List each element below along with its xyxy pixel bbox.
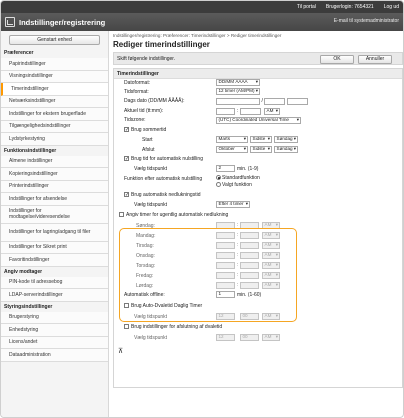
- auto-logout-select[interactable]: Efter 4 timer: [216, 201, 250, 208]
- time-hour-field[interactable]: [216, 108, 235, 115]
- main-content: Indstillinger/registrering: Præferencer:…: [113, 31, 403, 388]
- time-format-select[interactable]: 12 timer (AM/PM): [216, 88, 260, 95]
- sidebar-item-printer[interactable]: Printerindstillinger: [1, 180, 108, 193]
- selected-function-radio[interactable]: [216, 182, 221, 187]
- sleep-exit-sub-label: Vælg tidspunkt: [134, 335, 168, 341]
- current-time-label: Aktuel tid (tt:mm):: [124, 108, 164, 114]
- dst-start-day[interactable]: Søndag: [274, 136, 298, 143]
- scroll-top-icon[interactable]: ⊼: [118, 347, 123, 355]
- sidebar-item-secure-print[interactable]: Indstillinger for Sikret print: [1, 241, 108, 254]
- date-month-field[interactable]: [264, 98, 285, 105]
- after-reset-label: Funktion efter automatisk nulstilling: [124, 176, 203, 182]
- sidebar-item-receive[interactable]: Indstillinger for modtagelse/videresende…: [1, 205, 108, 224]
- sidebar-item-timer[interactable]: Timerindstillinger: [1, 83, 108, 96]
- sidebar-item-user-management[interactable]: Brugerstyring: [1, 311, 108, 324]
- standard-function-radio[interactable]: [216, 175, 221, 180]
- sidebar-item-device-management[interactable]: Enhedstyring: [1, 324, 108, 337]
- time-separator: :: [237, 108, 239, 114]
- sleep-exit-hour-field[interactable]: 12: [216, 334, 235, 341]
- date-format-select[interactable]: DD/MM ÅÅÅÅ: [216, 79, 260, 86]
- sidebar-item-license[interactable]: Licens/andet: [1, 336, 108, 349]
- dst-start-month[interactable]: Marts: [216, 136, 248, 143]
- sidebar-item-accessibility[interactable]: Tilgængelighedsindstillinger: [1, 120, 108, 133]
- sidebar-item-volume[interactable]: Lydstyrkestyring: [1, 133, 108, 146]
- selected-function-label: Valgt funktion: [222, 182, 252, 188]
- sleep-exit-label: Brug indstillinger for afslutning af dva…: [131, 324, 223, 330]
- breadcrumb: Indstillinger/registrering: Præferencer:…: [113, 33, 282, 38]
- date-format-label: Datoformat:: [124, 80, 151, 86]
- sleep-exit-ampm-select[interactable]: AM: [262, 334, 280, 341]
- top-bar: Til portal Brugerlogin: 7654321 Log ud: [1, 1, 403, 13]
- page-header: Indstillinger/registrering E-mail til sy…: [1, 13, 403, 31]
- sidebar-item-general[interactable]: Almene indstillinger: [1, 155, 108, 168]
- sidebar-item-send[interactable]: Indstillinger for afsendelse: [1, 193, 108, 206]
- settings-home-icon[interactable]: [5, 17, 15, 27]
- weekly-shutdown-checkbox[interactable]: [119, 212, 124, 217]
- dst-start-label: Start: [142, 137, 153, 143]
- today-date-label: Dags dato (DD/MM ÅÅÅÅ):: [124, 98, 185, 104]
- time-minute-field[interactable]: [240, 108, 261, 115]
- browser-frame: Til portal Brugerlogin: 7654321 Log ud I…: [0, 0, 404, 418]
- sidebar-section-title: Funktionsindstillinger: [4, 147, 57, 154]
- sidebar-section-title: Præferencer: [4, 50, 34, 56]
- user-login-label: Brugerlogin: 7654321: [325, 4, 374, 10]
- time-ampm-select[interactable]: AM: [264, 108, 280, 115]
- dst-checkbox[interactable]: [124, 127, 129, 133]
- sidebar-item-display[interactable]: Visningsindstillinger: [1, 70, 108, 83]
- date-year-field[interactable]: [287, 98, 308, 105]
- time-format-label: Tidsformat:: [124, 89, 149, 95]
- auto-reset-checkbox[interactable]: [124, 156, 129, 162]
- weekly-shutdown-label: Angiv timer for ugentlig automatisk nedl…: [126, 212, 229, 218]
- header-title: Indstillinger/registrering: [19, 17, 106, 27]
- restart-device-button[interactable]: Genstart enhed: [9, 35, 100, 45]
- sidebar-item-pin-addressbook[interactable]: PIN-kode til adressebog: [1, 276, 108, 289]
- sidebar-item-remote-ui[interactable]: Indstillinger for ekstern brugerflade: [1, 108, 108, 121]
- auto-reset-minutes-field[interactable]: 2: [216, 165, 235, 172]
- sleep-exit-checkbox[interactable]: [124, 324, 129, 329]
- sidebar-item-store-files[interactable]: Indstillinger for lagring/adgang til fil…: [1, 223, 108, 242]
- auto-logout-sub-label: Vælg tidspunkt: [134, 202, 168, 208]
- action-toolbar: Skift følgende indstillinger. OK Annulle…: [113, 52, 403, 65]
- auto-logout-label: Brug automatisk nedlukningstid: [131, 192, 201, 198]
- cancel-button[interactable]: Annuller: [358, 54, 392, 64]
- portal-link[interactable]: Til portal: [297, 4, 316, 10]
- sidebar-section-title: Styringsindstillinger: [4, 303, 53, 310]
- toolbar-instructions: Skift følgende indstillinger.: [117, 55, 176, 62]
- sidebar: Genstart enhed Præferencer Papirindstill…: [1, 31, 109, 417]
- auto-reset-sub-label: Vælg tidspunkt: [134, 166, 168, 172]
- auto-reset-label: Brug tid for automatisk nulstilling: [131, 156, 203, 162]
- section-title: Timerindstillinger: [114, 69, 402, 79]
- timezone-select[interactable]: (UTC) Coordinated Universal Time: [216, 117, 301, 124]
- dst-end-label: Afslut: [142, 147, 155, 153]
- sidebar-item-paper[interactable]: Papirindstillinger: [1, 58, 108, 71]
- dst-label: Brug sommertid: [131, 127, 167, 133]
- sidebar-item-network[interactable]: Netværksindstillinger: [1, 95, 108, 108]
- logout-link[interactable]: Log ud: [384, 4, 399, 10]
- sidebar-item-copy[interactable]: Kopieringsindstillinger: [1, 168, 108, 181]
- standard-function-label: Standardfunktion: [222, 175, 260, 181]
- sidebar-item-favorites[interactable]: Favoritindstillinger: [1, 254, 108, 267]
- dst-end-week[interactable]: Sidste: [250, 146, 272, 153]
- auto-logout-checkbox[interactable]: [124, 192, 129, 198]
- timezone-label: Tidszone:: [124, 117, 146, 123]
- weekly-shutdown-highlight: [119, 228, 297, 322]
- sidebar-section-title: Angiv modtager: [4, 268, 43, 275]
- ok-button[interactable]: OK: [320, 54, 354, 64]
- sleep-exit-minute-field[interactable]: 00: [240, 334, 259, 341]
- page-title: Rediger timerindstillinger: [113, 40, 210, 49]
- date-separator: /: [261, 98, 263, 104]
- dst-end-day[interactable]: Søndag: [274, 146, 298, 153]
- date-day-field[interactable]: [216, 98, 260, 105]
- dst-start-week[interactable]: Sidste: [250, 136, 272, 143]
- sidebar-item-ldap[interactable]: LDAP-serverindstillinger: [1, 289, 108, 302]
- dst-end-month[interactable]: Oktober: [216, 146, 248, 153]
- auto-reset-unit: min. (1-9): [237, 166, 259, 172]
- admin-email-link[interactable]: E-mail til systemadministrator: [334, 18, 399, 24]
- sidebar-item-data-admin[interactable]: Dataadministration: [1, 349, 108, 362]
